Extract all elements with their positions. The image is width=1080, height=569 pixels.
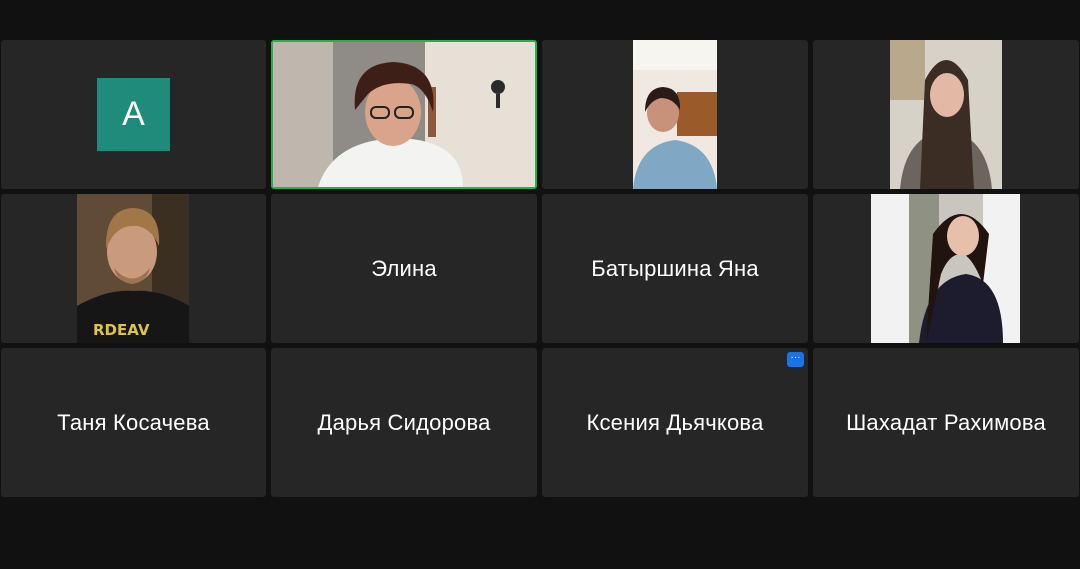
participant-tile[interactable]: Батыршина Яна [542,194,808,343]
participant-name: Шахадат Рахимова [846,409,1046,435]
participant-tile-video[interactable] [813,40,1079,189]
participant-video-feed [890,40,1002,189]
participant-tile[interactable]: Дарья Сидорова [271,348,537,497]
svg-text:RDEAV: RDEAV [93,321,150,339]
more-options-icon[interactable]: ··· [787,352,804,367]
participant-video-feed [273,42,535,187]
participant-tile[interactable]: Таня Косачева [1,348,266,497]
participant-video-feed [871,194,1020,343]
participant-tile-video[interactable] [813,194,1079,343]
participant-name: Дарья Сидорова [317,409,491,435]
participant-name: Таня Косачева [57,409,210,435]
participant-name: Элина [371,255,437,281]
participant-tile-video[interactable] [542,40,808,189]
participant-video-feed: RDEAV [77,194,189,343]
participant-tile[interactable]: Ксения Дьячкова ··· [542,348,808,497]
participant-tile-video[interactable]: RDEAV [1,194,266,343]
participant-name: Ксения Дьячкова [586,409,764,435]
participant-name: Батыршина Яна [591,255,759,281]
participant-tile-avatar[interactable]: A [1,40,266,189]
participant-video-feed [633,40,717,189]
participant-avatar: A [97,78,170,151]
participant-tile-active-speaker[interactable] [271,40,537,189]
video-call-gallery: A RDEAV Элина Батыршина Яна Таня Косачев… [0,0,1080,569]
participant-tile[interactable]: Шахадат Рахимова [813,348,1079,497]
participant-tile[interactable]: Элина [271,194,537,343]
